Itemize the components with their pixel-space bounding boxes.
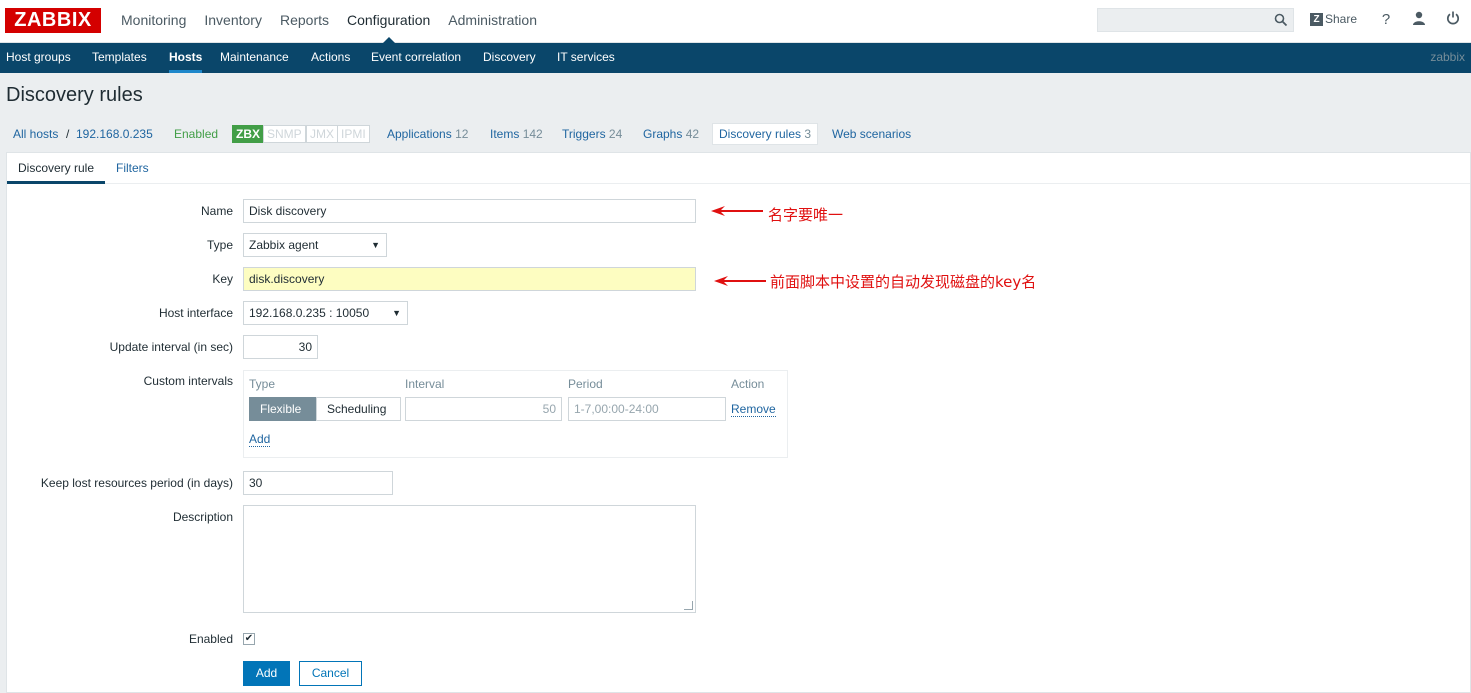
- menu-reports[interactable]: Reports: [271, 0, 338, 43]
- host-interface-select[interactable]: 192.168.0.235 : 10050: [243, 301, 408, 325]
- zabbix-logo[interactable]: ZABBIX: [5, 8, 101, 33]
- page-title: Discovery rules: [6, 84, 143, 106]
- ci-header-action: Action: [731, 377, 765, 391]
- host-link[interactable]: 192.168.0.235: [76, 123, 153, 145]
- submenu-event-correlation[interactable]: Event correlation: [371, 43, 461, 73]
- items-count: 142: [522, 127, 543, 141]
- help-icon[interactable]: ?: [1377, 11, 1395, 29]
- submenu-maintenance[interactable]: Maintenance: [220, 43, 289, 73]
- ipmi-availability-badge: IPMI: [337, 125, 370, 143]
- update-interval-label: Update interval (in sec): [109, 340, 233, 354]
- graphs-count: 42: [685, 127, 700, 141]
- menu-configuration[interactable]: Configuration: [338, 0, 439, 43]
- triggers-label: Triggers: [562, 127, 606, 141]
- submenu-discovery[interactable]: Discovery: [483, 43, 536, 73]
- submenu-hosts[interactable]: Hosts: [169, 43, 203, 73]
- zbx-availability-badge: ZBX: [232, 125, 264, 143]
- web-scenarios-link[interactable]: Web scenarios: [832, 123, 911, 145]
- name-annotation: 名字要唯一: [768, 206, 844, 224]
- type-select[interactable]: Zabbix agent: [243, 233, 387, 257]
- graphs-link[interactable]: Graphs 42: [643, 123, 699, 145]
- submenu-templates[interactable]: Templates: [92, 43, 147, 73]
- discovery-rules-label: Discovery rules: [719, 127, 802, 141]
- custom-intervals-label: Custom intervals: [143, 374, 233, 388]
- share-label: Share: [1325, 12, 1358, 26]
- items-label: Items: [490, 127, 520, 141]
- menu-administration[interactable]: Administration: [439, 0, 546, 43]
- scheduling-toggle[interactable]: Scheduling: [316, 397, 401, 421]
- sub-menu: Host groups Templates Hosts Maintenance …: [0, 43, 1471, 73]
- flexible-toggle[interactable]: Flexible: [249, 397, 316, 421]
- submenu-actions[interactable]: Actions: [311, 43, 350, 73]
- applications-count: 12: [455, 127, 469, 141]
- submenu-host-groups[interactable]: Host groups: [6, 43, 71, 73]
- menu-monitoring[interactable]: Monitoring: [112, 0, 195, 43]
- graphs-label: Graphs: [643, 127, 683, 141]
- interval-input[interactable]: 50: [405, 397, 562, 421]
- add-interval-link[interactable]: Add: [249, 432, 271, 447]
- ci-header-interval: Interval: [405, 377, 445, 391]
- sign-out-icon[interactable]: [1444, 11, 1462, 29]
- key-input[interactable]: disk.discovery: [243, 267, 696, 291]
- ci-header-period: Period: [568, 377, 603, 391]
- all-hosts-link[interactable]: All hosts: [13, 123, 58, 145]
- description-textarea[interactable]: [243, 505, 696, 613]
- remove-interval-link[interactable]: Remove: [731, 402, 776, 417]
- keep-lost-input[interactable]: 30: [243, 471, 393, 495]
- breadcrumb-separator: /: [66, 127, 70, 141]
- host-interface-label: Host interface: [158, 306, 233, 320]
- enabled-label: Enabled: [188, 632, 233, 646]
- share-button[interactable]: Z Share: [1310, 12, 1357, 26]
- search-input[interactable]: [1097, 8, 1294, 32]
- key-annotation: 前面脚本中设置的自动发现磁盘的key名: [770, 273, 1037, 291]
- snmp-availability-badge: SNMP: [263, 125, 306, 143]
- description-label: Description: [172, 510, 233, 524]
- search-icon[interactable]: [1274, 13, 1288, 30]
- enabled-checkbox[interactable]: ✔: [243, 633, 255, 645]
- host-status[interactable]: Enabled: [174, 123, 218, 145]
- tab-discovery-rule[interactable]: Discovery rule: [7, 153, 106, 184]
- server-name: zabbix: [1430, 50, 1465, 64]
- form-tabs: Discovery rule Filters: [7, 153, 1470, 184]
- key-annotation-arrow-icon: [714, 276, 766, 286]
- form-panel: Discovery rule Filters Name Disk discove…: [6, 152, 1471, 693]
- add-button[interactable]: Add: [243, 661, 290, 686]
- period-input[interactable]: 1-7,00:00-24:00: [568, 397, 726, 421]
- main-menu: Monitoring Inventory Reports Configurati…: [112, 0, 546, 43]
- discovery-rules-link[interactable]: Discovery rules 3: [712, 123, 819, 145]
- menu-inventory[interactable]: Inventory: [195, 0, 271, 43]
- type-label: Type: [206, 238, 233, 252]
- applications-link[interactable]: Applications 12: [387, 123, 468, 145]
- name-annotation-arrow-icon: [711, 206, 763, 216]
- update-interval-input[interactable]: 30: [243, 335, 318, 359]
- tab-filters[interactable]: Filters: [105, 153, 160, 184]
- custom-intervals-table: Type Interval Period Action Flexible Sch…: [243, 370, 788, 458]
- keep-lost-label: Keep lost resources period (in days): [40, 476, 233, 490]
- zabbix-share-icon: Z: [1310, 12, 1323, 26]
- submenu-it-services[interactable]: IT services: [557, 43, 615, 73]
- top-header: ZABBIX Monitoring Inventory Reports Conf…: [0, 0, 1471, 43]
- jmx-availability-badge: JMX: [306, 125, 338, 143]
- name-input[interactable]: Disk discovery: [243, 199, 696, 223]
- user-profile-icon[interactable]: [1410, 11, 1428, 29]
- discovery-rules-count: 3: [804, 127, 812, 141]
- triggers-link[interactable]: Triggers 24: [562, 123, 622, 145]
- triggers-count: 24: [608, 127, 623, 141]
- name-label: Name: [200, 204, 233, 218]
- applications-label: Applications: [387, 127, 452, 141]
- cancel-button[interactable]: Cancel: [299, 661, 362, 686]
- ci-header-type: Type: [249, 377, 276, 391]
- key-label: Key: [212, 272, 233, 286]
- items-link[interactable]: Items 142: [490, 123, 543, 145]
